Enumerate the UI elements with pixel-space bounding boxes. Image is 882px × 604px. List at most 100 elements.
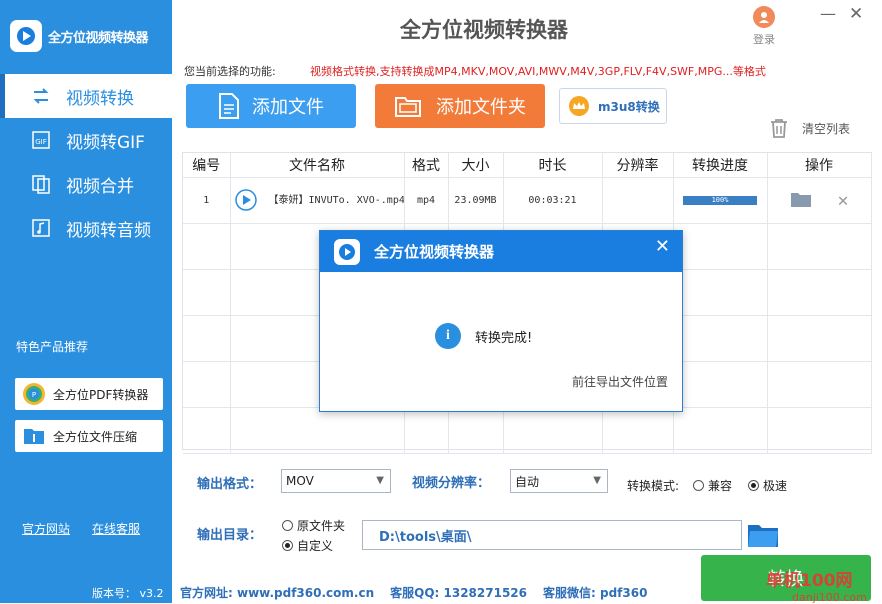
open-folder-icon[interactable] bbox=[790, 190, 812, 211]
window-title: 全方位视频转换器 bbox=[400, 18, 568, 42]
add-file-label: 添加文件 bbox=[252, 97, 324, 118]
watermark-main: 单机100网 bbox=[766, 571, 853, 591]
gif-icon: GIF bbox=[30, 129, 52, 151]
resolution-label: 视频分辨率： bbox=[412, 476, 491, 491]
chevron-down-icon: ▼ bbox=[376, 475, 384, 486]
row-duration: 00:03:21 bbox=[503, 177, 603, 224]
chevron-down-icon: ▼ bbox=[593, 475, 601, 486]
info-icon: i bbox=[435, 323, 461, 349]
version-text: 版本号： v3.2 bbox=[92, 587, 164, 600]
open-output-location-link[interactable]: 前往导出文件位置 bbox=[572, 373, 668, 390]
radio-icon bbox=[693, 480, 704, 491]
clear-list-button[interactable]: 清空列表 bbox=[770, 118, 850, 138]
document-icon bbox=[218, 93, 240, 119]
radio-icon bbox=[282, 520, 293, 531]
header-index: 编号 bbox=[183, 153, 231, 178]
dir-custom-radio[interactable]: 自定义 bbox=[282, 537, 333, 554]
row-actions: ✕ bbox=[767, 177, 872, 224]
header-duration: 时长 bbox=[503, 153, 603, 178]
table-row bbox=[183, 407, 872, 454]
header-format: 格式 bbox=[404, 153, 449, 178]
row-progress-cell: 100% bbox=[673, 177, 768, 224]
row-resolution bbox=[602, 177, 674, 224]
add-file-button[interactable]: 添加文件 bbox=[186, 84, 356, 128]
completion-dialog: 全方位视频转换器 ✕ i 转换完成! 前往导出文件位置 bbox=[319, 230, 683, 412]
pdf-converter-button[interactable]: P 全方位PDF转换器 bbox=[15, 378, 163, 410]
official-site-link[interactable]: 官方网站 bbox=[22, 520, 70, 537]
sidebar-item-label: 视频合并 bbox=[66, 176, 134, 197]
dialog-title: 全方位视频转换器 bbox=[374, 243, 495, 261]
dir-original-label: 原文件夹 bbox=[297, 519, 346, 533]
watermark: 单机100网 danji100.com bbox=[766, 566, 867, 604]
sidebar-item-video-gif[interactable]: GIF 视频转GIF bbox=[0, 118, 172, 162]
mode-compatible-radio[interactable]: 兼容 bbox=[693, 477, 732, 494]
svg-text:P: P bbox=[32, 391, 36, 399]
app-name: 全方位视频转换器 bbox=[48, 30, 149, 46]
m3u8-convert-button[interactable]: m3u8转换 bbox=[559, 88, 667, 124]
table-header-row: 编号 文件名称 格式 大小 时长 分辨率 转换进度 操作 bbox=[183, 153, 872, 178]
remove-icon[interactable]: ✕ bbox=[838, 190, 849, 211]
function-label: 您当前选择的功能: bbox=[184, 65, 276, 78]
row-filename: 【泰妍】INVUTo. XVO-.mp4 bbox=[268, 195, 404, 206]
output-dir-label: 输出目录： bbox=[197, 528, 263, 543]
table-row[interactable]: 1 【泰妍】INVUTo. XVO-.mp4 mp4 23.09MB 00:03… bbox=[183, 177, 872, 224]
mode-fast-radio[interactable]: 极速 bbox=[748, 477, 787, 494]
dialog-close-icon[interactable]: ✕ bbox=[655, 236, 670, 257]
output-format-value: MOV bbox=[286, 474, 314, 488]
row-index: 1 bbox=[183, 177, 231, 224]
footer-site: 官方网址: www.pdf360.com.cn bbox=[180, 586, 375, 600]
play-logo-icon bbox=[334, 238, 360, 265]
output-format-label: 输出格式： bbox=[197, 477, 263, 492]
sidebar: 全方位视频转换器 视频转换 GIF 视频转GIF 视频合并 视频转音频 特色产品… bbox=[0, 0, 172, 603]
online-support-link[interactable]: 在线客服 bbox=[92, 520, 140, 537]
titlebar: 全方位视频转换器 登录 — ✕ bbox=[172, 0, 882, 54]
mode-fast-label: 极速 bbox=[763, 479, 788, 493]
m3u8-label: m3u8转换 bbox=[598, 99, 660, 114]
folder-icon bbox=[394, 94, 422, 118]
play-logo-icon bbox=[10, 20, 42, 52]
crown-icon bbox=[568, 95, 590, 117]
progress-bar: 100% bbox=[683, 195, 757, 205]
promo-title: 特色产品推荐 bbox=[16, 340, 89, 354]
play-icon[interactable] bbox=[234, 189, 257, 211]
music-icon bbox=[30, 217, 52, 239]
sidebar-nav: 视频转换 GIF 视频转GIF 视频合并 视频转音频 bbox=[0, 74, 172, 250]
header-size: 大小 bbox=[448, 153, 504, 178]
file-compress-button[interactable]: 全方位文件压缩 bbox=[15, 420, 163, 452]
radio-checked-icon bbox=[282, 540, 293, 551]
row-format: mp4 bbox=[404, 177, 449, 224]
svg-text:GIF: GIF bbox=[35, 138, 47, 146]
resolution-value: 自动 bbox=[515, 474, 540, 489]
add-folder-label: 添加文件夹 bbox=[436, 97, 526, 118]
radio-checked-icon bbox=[748, 480, 759, 491]
dialog-header: 全方位视频转换器 ✕ bbox=[320, 231, 682, 272]
output-path-field[interactable]: D:\tools\桌面\ bbox=[362, 520, 742, 550]
add-folder-button[interactable]: 添加文件夹 bbox=[375, 84, 545, 128]
resolution-select[interactable]: 自动 ▼ bbox=[510, 469, 608, 493]
sidebar-item-label: 视频转音频 bbox=[66, 220, 151, 241]
trash-icon bbox=[770, 118, 788, 138]
row-filename-cell: 【泰妍】INVUTo. XVO-.mp4 bbox=[230, 177, 405, 224]
header-resolution: 分辨率 bbox=[602, 153, 674, 178]
close-icon[interactable]: ✕ bbox=[849, 4, 863, 24]
minimize-icon[interactable]: — bbox=[820, 4, 836, 23]
output-format-select[interactable]: MOV ▼ bbox=[281, 469, 391, 493]
dir-custom-label: 自定义 bbox=[297, 539, 334, 553]
pdf-app-icon: P bbox=[21, 381, 47, 407]
dir-original-radio[interactable]: 原文件夹 bbox=[282, 517, 345, 534]
mode-compatible-label: 兼容 bbox=[708, 479, 733, 493]
browse-folder-icon[interactable] bbox=[746, 519, 780, 549]
sidebar-item-video-convert[interactable]: 视频转换 bbox=[0, 74, 172, 118]
convert-icon bbox=[30, 85, 52, 107]
sidebar-item-video-merge[interactable]: 视频合并 bbox=[0, 162, 172, 206]
footer: 官方网址: www.pdf360.com.cn 客服QQ: 1328271526… bbox=[180, 584, 647, 601]
sidebar-item-video-audio[interactable]: 视频转音频 bbox=[0, 206, 172, 250]
mode-label: 转换模式: bbox=[627, 479, 680, 493]
header-actions: 操作 bbox=[767, 153, 872, 178]
user-icon bbox=[753, 6, 775, 28]
file-compress-label: 全方位文件压缩 bbox=[53, 429, 138, 444]
login-button[interactable]: 登录 bbox=[747, 4, 781, 47]
pdf-converter-label: 全方位PDF转换器 bbox=[53, 387, 149, 402]
clear-list-label: 清空列表 bbox=[802, 121, 851, 136]
side-links: 官方网站 在线客服 bbox=[22, 520, 140, 537]
